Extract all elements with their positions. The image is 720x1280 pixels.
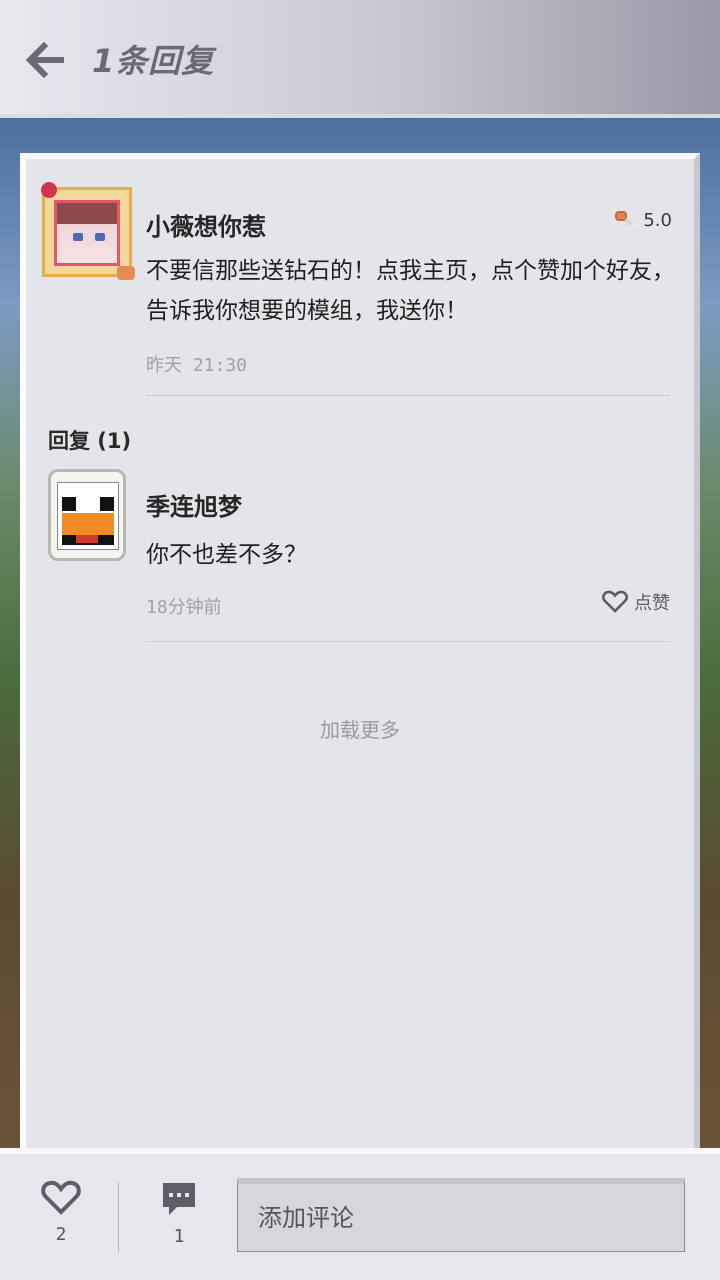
post-rating: 5.0 bbox=[613, 209, 672, 231]
avatar-pixel bbox=[76, 535, 98, 543]
avatar-pixel bbox=[62, 497, 76, 511]
avatar-post-author[interactable] bbox=[41, 182, 135, 280]
heart-icon bbox=[41, 1180, 81, 1215]
comment-card: 小薇想你惹 5.0 不要信那些送钻石的！点我主页，点个赞加个好友，告诉我你想要的… bbox=[20, 153, 700, 1148]
post-content: 不要信那些送钻石的！点我主页，点个赞加个好友，告诉我你想要的模组，我送你！ bbox=[146, 258, 675, 324]
like-count: 2 bbox=[55, 1224, 67, 1245]
comment-count: 1 bbox=[173, 1226, 185, 1247]
rating-value: 5.0 bbox=[643, 209, 672, 231]
like-label: 点赞 bbox=[634, 593, 670, 614]
avatar-pixel bbox=[62, 513, 114, 535]
avatar-reply-author[interactable] bbox=[48, 469, 126, 561]
reply-content: 你不也差不多？ bbox=[146, 542, 307, 568]
bottom-bar: 2 1 添加评论 bbox=[0, 1148, 720, 1280]
comment-button[interactable]: 1 bbox=[154, 1180, 204, 1247]
divider bbox=[146, 395, 670, 396]
load-more-button[interactable]: 加载更多 bbox=[26, 714, 694, 743]
drumstick-icon bbox=[615, 211, 636, 229]
divider bbox=[146, 641, 670, 642]
avatar-eye bbox=[73, 233, 83, 241]
post-time: 昨天 21:30 bbox=[146, 355, 248, 376]
reply-like-button[interactable]: 点赞 bbox=[602, 589, 670, 615]
heart-icon bbox=[602, 590, 628, 613]
reply-time: 18分钟前 bbox=[146, 597, 222, 618]
comment-input[interactable]: 添加评论 bbox=[237, 1178, 685, 1252]
arrow-left-icon[interactable] bbox=[22, 40, 66, 80]
reply-author-name[interactable]: 季连旭梦 bbox=[146, 487, 242, 522]
post-author-name[interactable]: 小薇想你惹 bbox=[146, 207, 266, 242]
top-bar: 1条回复 bbox=[0, 0, 720, 118]
avatar-eye bbox=[95, 233, 105, 241]
chat-icon bbox=[163, 1183, 195, 1215]
avatar-image bbox=[57, 482, 119, 550]
cherry-decoration-icon bbox=[41, 182, 57, 198]
bow-decoration-icon bbox=[117, 266, 135, 280]
avatar-pixel bbox=[100, 497, 114, 511]
page-title: 1条回复 bbox=[92, 42, 215, 80]
like-button[interactable]: 2 bbox=[36, 1180, 86, 1245]
divider bbox=[118, 1182, 119, 1252]
avatar-image bbox=[54, 200, 120, 266]
replies-header: 回复 (1) bbox=[48, 429, 132, 453]
